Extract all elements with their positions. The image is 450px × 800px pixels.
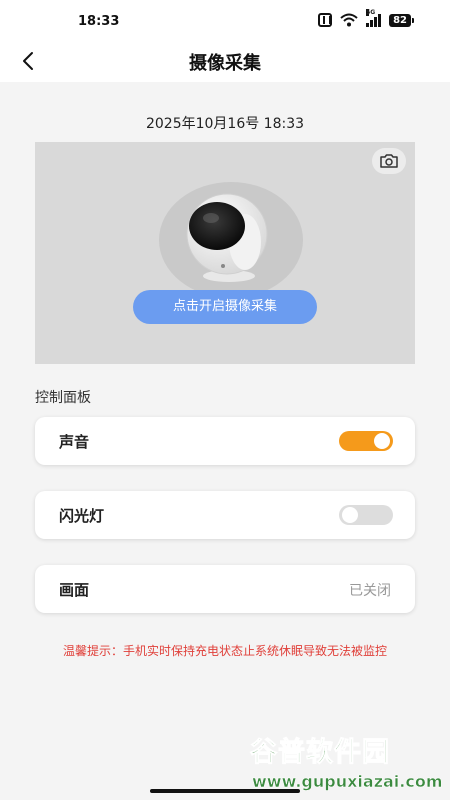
picture-card[interactable]: 画面 已关闭: [35, 565, 415, 613]
camera-preview[interactable]: 点击开启摄像采集: [35, 142, 415, 364]
control-panel-title: 控制面板: [35, 390, 91, 406]
status-icons: 5G 82: [318, 8, 414, 27]
start-capture-button[interactable]: 点击开启摄像采集: [133, 290, 317, 324]
sound-card: 声音: [35, 417, 415, 465]
sound-toggle[interactable]: [339, 431, 393, 451]
flash-toggle[interactable]: [339, 505, 393, 525]
wifi-icon: [340, 13, 358, 27]
battery-icon: 82: [389, 13, 414, 27]
nav-bar: 摄像采集: [0, 44, 450, 82]
picture-status: 已关闭: [349, 583, 391, 599]
toggle-knob: [374, 433, 390, 449]
toggle-knob: [342, 507, 358, 523]
sound-label: 声音: [59, 433, 90, 451]
signal-icon: 5G: [366, 8, 382, 27]
capture-datetime: 2025年10月16号 18:33: [145, 116, 305, 132]
picture-label: 画面: [59, 581, 90, 599]
flash-card: 闪光灯: [35, 491, 415, 539]
flash-label: 闪光灯: [59, 507, 105, 525]
watermark-title: 谷普软件园: [250, 737, 390, 769]
battery-level: 82: [389, 13, 411, 27]
status-bar: 18:33 5G 82: [0, 0, 450, 44]
page-title: 摄像采集: [189, 53, 261, 74]
network-type-label: 5G: [366, 8, 376, 16]
snapshot-button[interactable]: [372, 148, 406, 174]
warning-tip: 温馨提示：手机实时保持充电状态止系统休眠导致无法被监控: [62, 644, 387, 658]
camera-icon: [380, 154, 398, 168]
security-camera-illustration: [186, 193, 268, 282]
nfc-icon: [318, 13, 333, 27]
home-indicator[interactable]: [150, 789, 300, 793]
status-time: 18:33: [78, 14, 120, 29]
